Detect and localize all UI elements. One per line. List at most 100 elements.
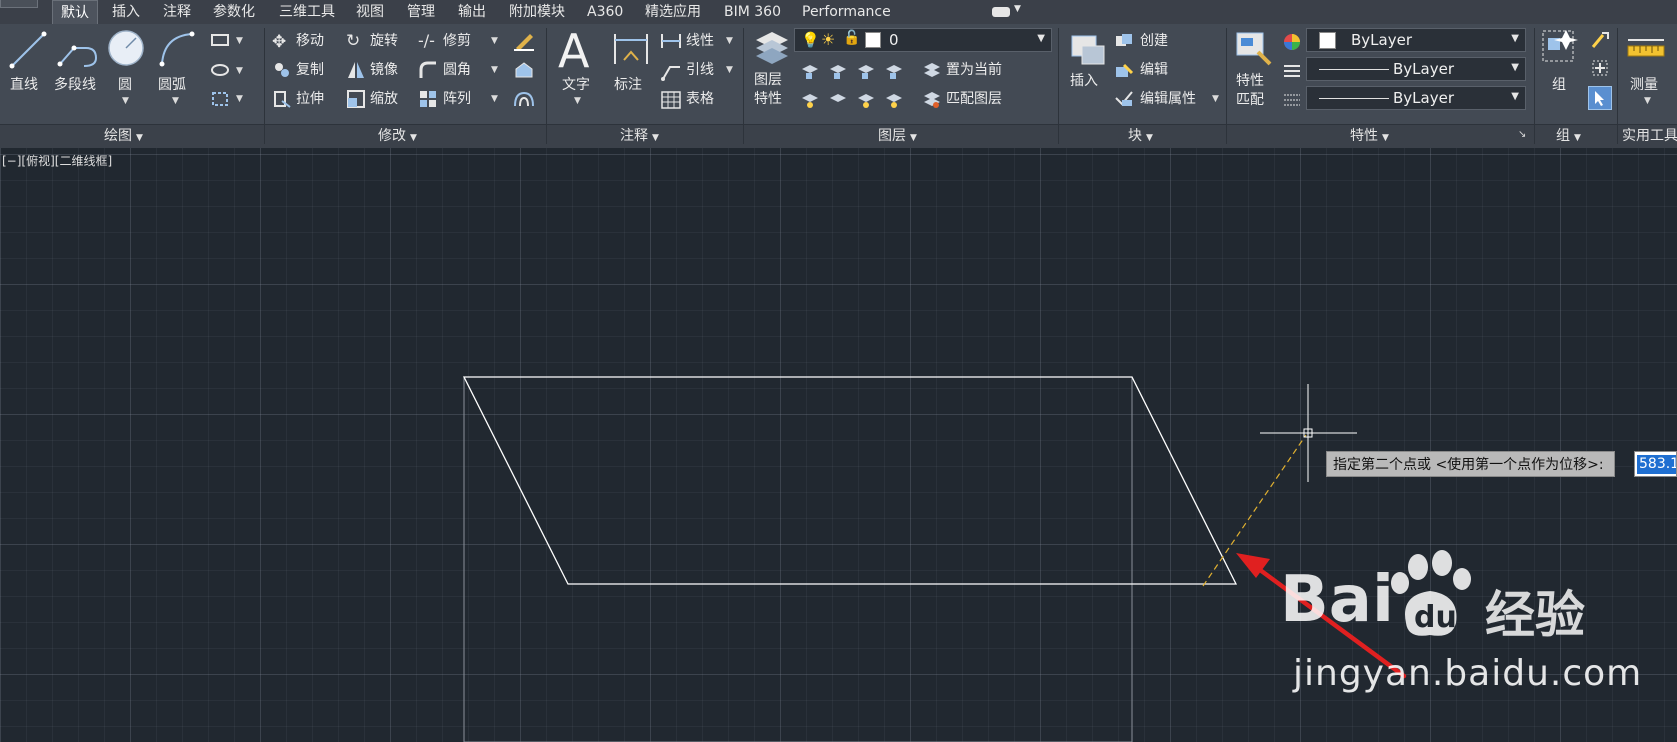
scale-button[interactable]: 缩放 — [370, 90, 398, 108]
arc-dropdown-icon[interactable]: ▼ — [172, 96, 179, 106]
polyline-button-label[interactable]: 多段线 — [54, 76, 96, 94]
match-layer-button[interactable]: 匹配图层 — [946, 90, 1002, 108]
tab-parametric[interactable]: 参数化 — [213, 0, 255, 24]
leader-icon[interactable] — [660, 61, 682, 81]
application-menu-button[interactable] — [0, 0, 38, 8]
group-button-label[interactable]: 组 — [1552, 76, 1566, 94]
properties-launcher-icon[interactable]: ↘ — [1518, 129, 1526, 140]
tab-performance[interactable]: Performance — [802, 0, 891, 24]
stretch-button[interactable]: 拉伸 — [296, 90, 324, 108]
edit-attributes-button[interactable]: 编辑属性 — [1140, 90, 1196, 108]
layer-properties-label-2[interactable]: 特性 — [754, 90, 782, 108]
move-icon[interactable]: ✥ — [272, 32, 286, 52]
tab-annotate[interactable]: 注释 — [163, 0, 191, 24]
panel-title-utilities[interactable]: 实用工具 — [1622, 127, 1677, 145]
panel-title-properties[interactable]: 特性 ▼ — [1350, 127, 1389, 145]
tab-view[interactable]: 视图 — [356, 0, 384, 24]
copy-button[interactable]: 复制 — [296, 61, 324, 79]
panel-title-draw[interactable]: 绘图 ▼ — [104, 127, 143, 145]
chevron-down-icon[interactable]: ▼ — [491, 65, 498, 75]
tab-bim360[interactable]: BIM 360 — [724, 0, 781, 24]
tab-insert[interactable]: 插入 — [112, 0, 140, 24]
dynamic-input-field[interactable]: 583.1 — [1634, 451, 1677, 477]
array-icon[interactable] — [418, 89, 438, 109]
insert-block-icon[interactable] — [1068, 30, 1108, 70]
rotate-icon[interactable]: ↻ — [346, 31, 360, 51]
insert-button-label[interactable]: 插入 — [1070, 72, 1098, 90]
measure-icon[interactable] — [1626, 34, 1666, 64]
text-button-label[interactable]: 文字 — [562, 76, 590, 94]
color-dropdown[interactable]: ByLayer ▼ — [1306, 28, 1526, 52]
fillet-button[interactable]: 圆角 — [443, 61, 471, 79]
edit-block-icon[interactable] — [1114, 61, 1134, 79]
linear-button[interactable]: 线性 — [686, 32, 714, 50]
circle-dropdown-icon[interactable]: ▼ — [122, 96, 129, 106]
reference-rectangle[interactable] — [463, 376, 1133, 742]
trim-icon[interactable]: -/- — [418, 31, 435, 50]
panel-title-layers[interactable]: 图层 ▼ — [878, 127, 917, 145]
linetype-icon[interactable] — [1282, 62, 1302, 80]
circle-button-label[interactable]: 圆 — [118, 76, 132, 94]
mirror-button[interactable]: 镜像 — [370, 61, 398, 79]
copy-icon[interactable] — [272, 60, 292, 80]
move-button[interactable]: 移动 — [296, 32, 324, 50]
tab-output[interactable]: 输出 — [458, 0, 486, 24]
linear-dimension-icon[interactable] — [660, 32, 682, 50]
chevron-down-icon[interactable]: ▼ — [1014, 4, 1021, 14]
tab-a360[interactable]: A360 — [587, 0, 623, 24]
tab-addins[interactable]: 附加模块 — [509, 0, 565, 24]
boundary-icon[interactable] — [210, 90, 230, 108]
table-icon[interactable] — [660, 90, 682, 110]
drawing-viewport[interactable]: [−][俯视][二维线框] 指定第二个点或 <使用第一个点作为位移>: 583.… — [0, 148, 1677, 742]
group-selection-toggle[interactable] — [1588, 86, 1612, 110]
panel-title-block[interactable]: 块 ▼ — [1128, 127, 1153, 145]
tab-manage[interactable]: 管理 — [407, 0, 435, 24]
panel-title-annotation[interactable]: 注释 ▼ — [620, 127, 659, 145]
explode-icon[interactable] — [512, 59, 536, 81]
chevron-down-icon[interactable]: ▼ — [236, 36, 243, 46]
match-properties-icon[interactable] — [1234, 30, 1274, 70]
layer-dropdown[interactable]: 💡 ☀ 🔓 0 ▼ — [794, 28, 1052, 52]
tab-featured-apps[interactable]: 精选应用 — [645, 0, 701, 24]
measure-button-label[interactable]: 测量 — [1630, 76, 1658, 94]
array-button[interactable]: 阵列 — [443, 90, 471, 108]
chevron-down-icon[interactable]: ▼ — [491, 94, 498, 104]
create-block-icon[interactable] — [1114, 32, 1134, 50]
offset-icon[interactable] — [512, 88, 536, 110]
make-current-button[interactable]: 置为当前 — [946, 61, 1002, 79]
match-properties-label-1[interactable]: 特性 — [1236, 72, 1264, 90]
chevron-down-icon[interactable]: ▼ — [1644, 96, 1651, 106]
lineweight-dropdown[interactable]: ByLayer ▼ — [1306, 86, 1526, 110]
hatch-icon[interactable] — [210, 62, 230, 78]
arc-button-label[interactable]: 圆弧 — [158, 76, 186, 94]
dimension-button-label[interactable]: 标注 — [614, 76, 642, 94]
chevron-down-icon[interactable]: ▼ — [236, 66, 243, 76]
chevron-down-icon[interactable]: ▼ — [236, 94, 243, 104]
group-icon[interactable] — [1540, 28, 1580, 68]
chevron-down-icon[interactable]: ▼ — [1212, 94, 1219, 104]
dimension-icon[interactable] — [612, 30, 650, 68]
color-wheel-icon[interactable] — [1282, 32, 1302, 52]
create-block-button[interactable]: 创建 — [1140, 32, 1168, 50]
mirror-icon[interactable] — [346, 60, 366, 80]
panel-title-group[interactable]: 组 ▼ — [1556, 127, 1581, 145]
tab-3d-tools[interactable]: 三维工具 — [279, 0, 335, 24]
table-button[interactable]: 表格 — [686, 90, 714, 108]
chevron-down-icon[interactable]: ▼ — [574, 96, 581, 106]
text-icon[interactable]: A — [558, 24, 589, 78]
polyline-icon[interactable] — [56, 30, 100, 70]
group-edit-icon[interactable] — [1590, 58, 1610, 78]
ungroup-icon[interactable] — [1590, 30, 1610, 50]
line-icon[interactable] — [8, 30, 48, 70]
ribbon-minimize-icon[interactable] — [992, 7, 1010, 17]
panel-title-modify[interactable]: 修改 ▼ — [378, 127, 417, 145]
edit-block-button[interactable]: 编辑 — [1140, 61, 1168, 79]
erase-icon[interactable] — [512, 30, 536, 52]
parallelogram[interactable] — [462, 376, 1238, 585]
rectangle-icon[interactable] — [210, 32, 230, 48]
linetype-dropdown[interactable]: ByLayer ▼ — [1306, 57, 1526, 81]
chevron-down-icon[interactable]: ▼ — [726, 65, 733, 75]
match-properties-label-2[interactable]: 匹配 — [1236, 91, 1264, 109]
layer-properties-icon[interactable] — [752, 28, 792, 68]
line-button-label[interactable]: 直线 — [10, 76, 38, 94]
